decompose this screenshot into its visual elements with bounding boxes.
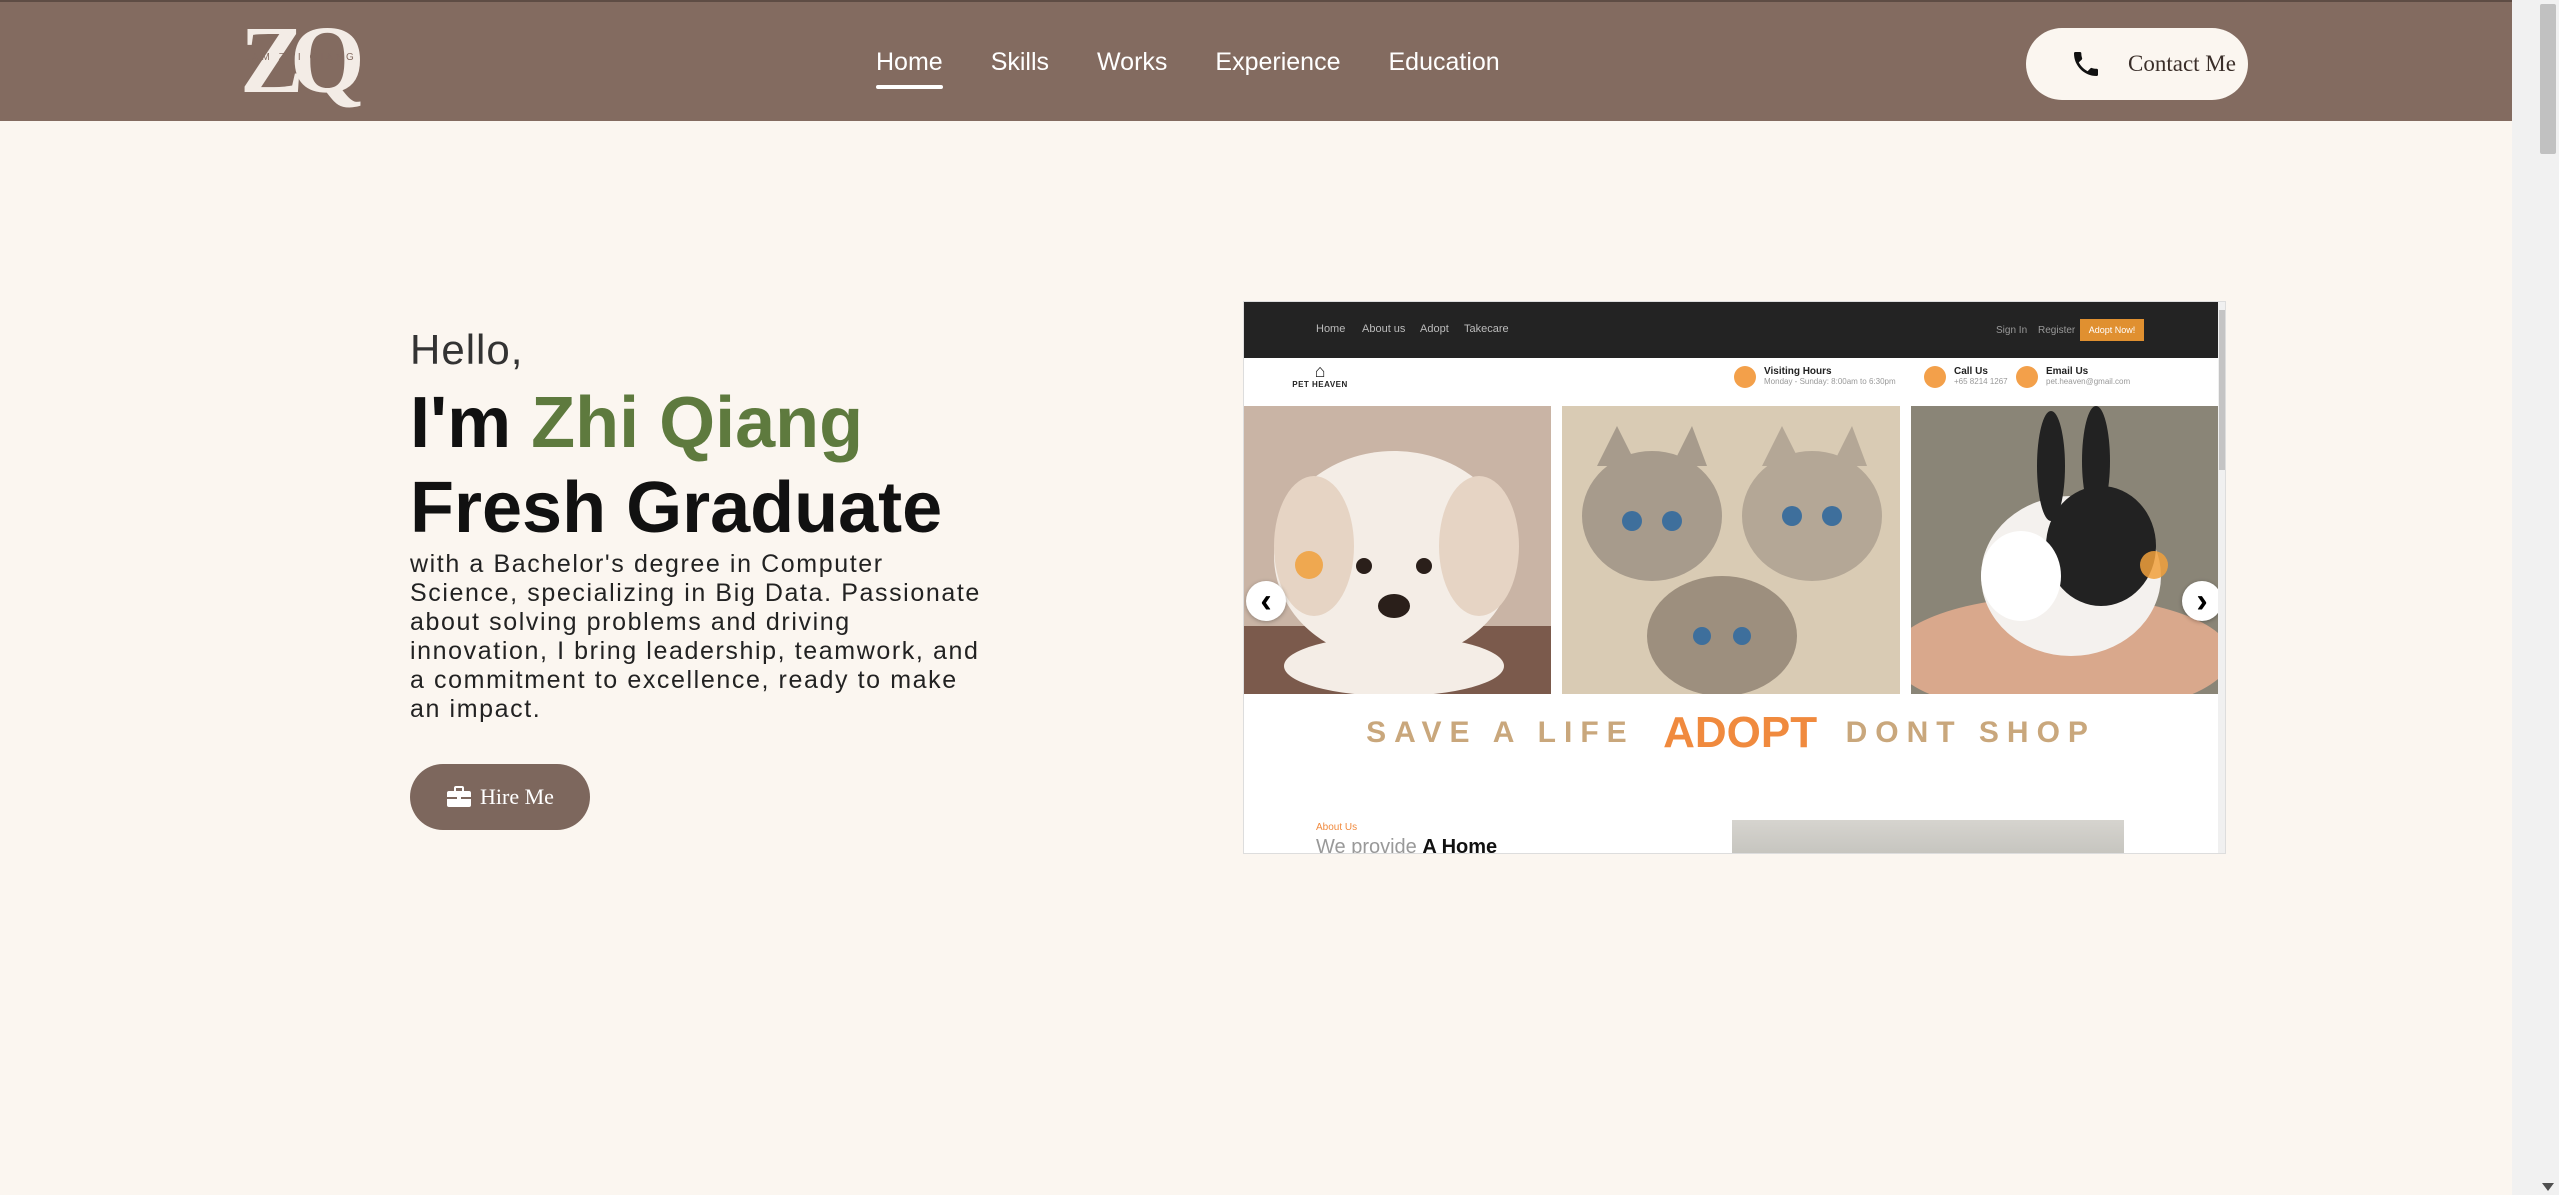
preview-nav-about[interactable]: About us bbox=[1362, 323, 1405, 335]
phone-icon bbox=[1924, 366, 1946, 388]
info-detail: +65 8214 1267 bbox=[1954, 377, 2008, 386]
hire-me-label: Hire Me bbox=[480, 784, 554, 809]
preview-about-label: About Us bbox=[1316, 822, 1358, 833]
slogan-right: DONT SHOP bbox=[1845, 716, 2096, 749]
project-preview-frame[interactable]: Home About us Adopt Takecare Sign In Reg… bbox=[1243, 301, 2226, 854]
hero-name-line: I'm Zhi Qiang bbox=[410, 380, 863, 466]
info-title: Call Us bbox=[1954, 366, 1988, 377]
preview-sign-in[interactable]: Sign In bbox=[1996, 325, 2027, 336]
preview-nav-adopt[interactable]: Adopt bbox=[1420, 323, 1449, 335]
site-header: ZQ LAM ZHI QIANG Home Skills Works Exper… bbox=[0, 0, 2512, 121]
preview-logo-text: PET HEAVEN bbox=[1292, 380, 1348, 389]
briefcase-icon bbox=[447, 786, 472, 807]
mail-icon bbox=[2016, 366, 2038, 388]
bunny-image bbox=[1911, 406, 2218, 694]
hero-intro-prefix: I'm bbox=[410, 383, 532, 463]
hero-description: with a Bachelor's degree in Computer Sci… bbox=[410, 550, 981, 723]
puppy-image bbox=[1244, 406, 1551, 694]
nav-works[interactable]: Works bbox=[1097, 50, 1167, 75]
info-title: Email Us bbox=[2046, 366, 2089, 377]
hire-me-button[interactable]: Hire Me bbox=[410, 764, 590, 830]
shelter-photo bbox=[1732, 820, 2124, 853]
preview-info-email: Email Us pet.heaven@gmail.com bbox=[2016, 366, 2130, 388]
slogan-adopt: ADOPT bbox=[1663, 708, 1818, 757]
preview-nav-home[interactable]: Home bbox=[1316, 323, 1345, 335]
nav-education[interactable]: Education bbox=[1388, 50, 1499, 75]
preview-scroll-thumb[interactable] bbox=[2219, 310, 2225, 470]
contact-me-button[interactable]: Contact Me bbox=[2026, 28, 2248, 100]
preview-topbar: Home About us Adopt Takecare Sign In Reg… bbox=[1244, 302, 2218, 358]
nav-skills[interactable]: Skills bbox=[991, 50, 1049, 75]
preview-slogan: SAVE A LIFE ADOPT DONT SHOP bbox=[1244, 708, 2218, 758]
slogan-left: SAVE A LIFE bbox=[1366, 716, 1635, 749]
phone-icon bbox=[2074, 52, 2098, 76]
carousel-indicator-icon bbox=[2140, 551, 2168, 579]
hero-role: Fresh Graduate bbox=[410, 468, 943, 548]
nav-home[interactable]: Home bbox=[876, 50, 943, 89]
main-nav: Home Skills Works Experience Education bbox=[876, 2, 1548, 123]
preview-register[interactable]: Register bbox=[2038, 325, 2075, 336]
preview-scrollbar[interactable] bbox=[2218, 302, 2225, 853]
hero-name: Zhi Qiang bbox=[531, 383, 864, 463]
nav-experience[interactable]: Experience bbox=[1215, 50, 1340, 75]
clock-icon bbox=[1734, 366, 1756, 388]
scroll-down-icon[interactable] bbox=[2542, 1183, 2554, 1191]
preview-nav-takecare[interactable]: Takecare bbox=[1464, 323, 1509, 335]
kittens-image bbox=[1562, 406, 1900, 694]
preview-info-hours: Visiting Hours Monday - Sunday: 8:00am to… bbox=[1734, 366, 1896, 388]
logo-subtext: LAM ZHI QIANG bbox=[243, 52, 357, 63]
page-scrollbar[interactable] bbox=[2512, 0, 2559, 1195]
preview-info-call: Call Us +65 8214 1267 bbox=[1924, 366, 2008, 388]
preview-adopt-now-button[interactable]: Adopt Now! bbox=[2080, 319, 2144, 341]
carousel-next-button[interactable]: › bbox=[2182, 581, 2222, 621]
preview-logo: ⌂ PET HEAVEN bbox=[1290, 362, 1350, 406]
info-title: Visiting Hours bbox=[1764, 366, 1832, 377]
provide-bold: A Home bbox=[1422, 836, 1498, 854]
hero-greeting: Hello, bbox=[410, 326, 524, 373]
info-detail: Monday - Sunday: 8:00am to 6:30pm bbox=[1764, 377, 1896, 386]
provide-prefix: We provide bbox=[1316, 836, 1417, 854]
site-logo[interactable]: ZQ LAM ZHI QIANG bbox=[240, 12, 365, 110]
preview-provide-heading: We provide A Home bbox=[1316, 836, 1498, 854]
page-scroll-thumb[interactable] bbox=[2540, 4, 2556, 154]
info-detail: pet.heaven@gmail.com bbox=[2046, 377, 2131, 386]
carousel-prev-button[interactable]: ‹ bbox=[1246, 581, 1286, 621]
paw-house-icon: ⌂ bbox=[1314, 361, 1326, 381]
contact-me-label: Contact Me bbox=[2128, 51, 2236, 76]
carousel-indicator-icon bbox=[1295, 551, 1323, 579]
